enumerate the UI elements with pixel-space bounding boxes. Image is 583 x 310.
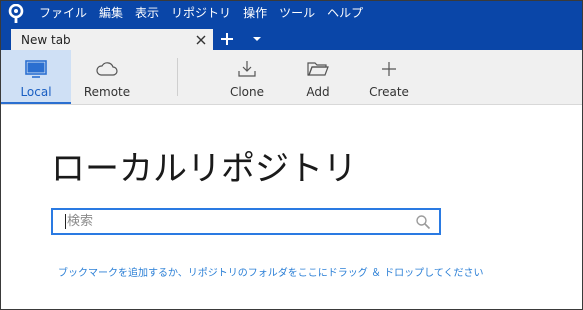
toolbar-remote-button[interactable]: Remote <box>72 50 142 104</box>
toolbar-remote-label: Remote <box>83 85 131 99</box>
text-caret <box>65 214 66 229</box>
add-tab-button[interactable] <box>217 30 237 48</box>
menu-tools[interactable]: ツール <box>273 1 321 26</box>
menu-repository[interactable]: リポジトリ <box>165 1 237 26</box>
tab-list-dropdown[interactable] <box>249 30 265 48</box>
toolbar-add-label: Add <box>306 85 330 99</box>
search-icon[interactable] <box>413 212 433 232</box>
menu-edit[interactable]: 編集 <box>93 1 129 26</box>
monitor-icon <box>24 58 48 80</box>
close-icon[interactable] <box>193 32 209 48</box>
toolbar-create-button[interactable]: Create <box>354 50 424 104</box>
tab-bar: New tab <box>1 26 582 50</box>
plus-icon <box>380 58 398 80</box>
toolbar-create-label: Create <box>369 85 409 99</box>
app-window: ファイル 編集 表示 リポジトリ 操作 ツール ヘルプ New tab Loca… <box>0 0 583 310</box>
plus-icon <box>221 33 233 45</box>
search-input[interactable] <box>53 211 413 232</box>
toolbar-separator <box>177 58 178 96</box>
chevron-down-icon <box>253 37 261 41</box>
cloud-icon <box>95 58 119 80</box>
toolbar-add-button[interactable]: Add <box>283 50 353 104</box>
toolbar-clone-button[interactable]: Clone <box>212 50 282 104</box>
page-title: ローカルリポジトリ <box>51 149 357 189</box>
menu-file[interactable]: ファイル <box>31 1 93 26</box>
menu-help[interactable]: ヘルプ <box>321 1 369 26</box>
tab-new-tab[interactable]: New tab <box>11 29 213 50</box>
menu-view[interactable]: 表示 <box>129 1 165 26</box>
toolbar-local-label: Local <box>20 85 52 99</box>
folder-icon <box>306 58 330 80</box>
menu-bar: ファイル 編集 表示 リポジトリ 操作 ツール ヘルプ <box>1 1 582 26</box>
download-icon <box>236 58 258 80</box>
drag-drop-hint: ブックマークを追加するか、リポジトリのフォルダをここにドラッグ ＆ ドロップして… <box>58 268 484 279</box>
toolbar-local-button[interactable]: Local <box>1 50 71 104</box>
tab-label: New tab <box>21 32 71 47</box>
toolbar-clone-label: Clone <box>229 85 265 99</box>
sourcetree-logo-icon[interactable] <box>1 1 31 26</box>
menu-actions[interactable]: 操作 <box>237 1 273 26</box>
toolbar: Local Remote Clone Add Create <box>1 50 582 105</box>
search-box[interactable] <box>51 208 441 235</box>
